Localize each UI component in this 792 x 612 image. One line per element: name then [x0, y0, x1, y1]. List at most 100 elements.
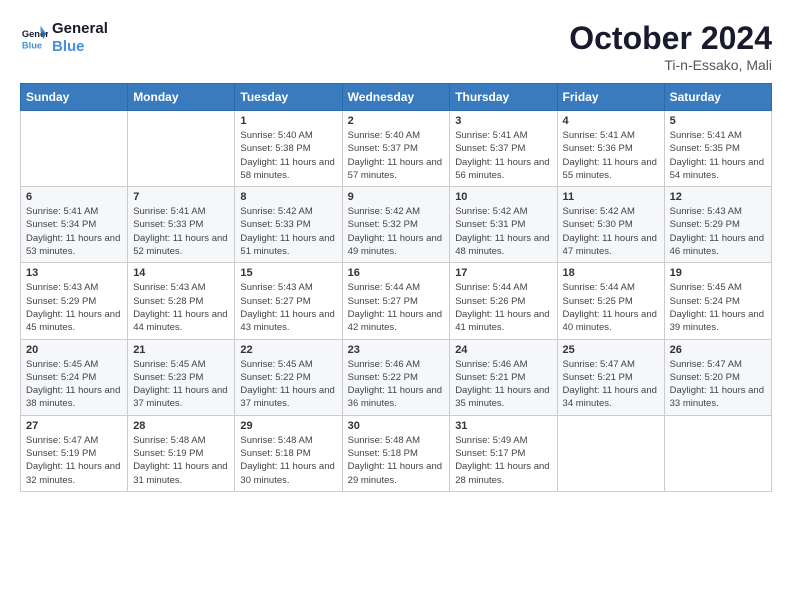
day-number: 5	[670, 115, 766, 127]
calendar-cell: 29Sunrise: 5:48 AM Sunset: 5:18 PM Dayli…	[235, 415, 342, 491]
day-info: Sunrise: 5:46 AM Sunset: 5:22 PM Dayligh…	[348, 358, 445, 411]
calendar-week-row: 13Sunrise: 5:43 AM Sunset: 5:29 PM Dayli…	[21, 263, 772, 339]
day-number: 8	[240, 191, 336, 203]
calendar-cell	[557, 415, 664, 491]
weekday-header-saturday: Saturday	[664, 84, 771, 111]
day-info: Sunrise: 5:48 AM Sunset: 5:18 PM Dayligh…	[240, 434, 336, 487]
calendar-cell: 10 Sunrise: 5:42 AM Sunset: 5:31 PM Dayli…	[450, 187, 557, 263]
day-info: Sunrise: 5:45 AM Sunset: 5:22 PM Dayligh…	[240, 358, 336, 411]
day-number: 6	[26, 191, 122, 203]
day-number: 25	[563, 344, 659, 356]
month-year-title: October 2024	[569, 20, 772, 57]
calendar-cell	[664, 415, 771, 491]
day-info: Sunrise: 5:40 AM Sunset: 5:37 PM Dayligh…	[348, 129, 445, 182]
day-info: Sunrise: 5:44 AM Sunset: 5:25 PM Dayligh…	[563, 281, 659, 334]
day-number: 28	[133, 420, 229, 432]
day-number: 2	[348, 115, 445, 127]
weekday-header-thursday: Thursday	[450, 84, 557, 111]
calendar-cell: 7 Sunrise: 5:41 AM Sunset: 5:33 PM Daylig…	[128, 187, 235, 263]
day-number: 31	[455, 420, 551, 432]
calendar-cell	[128, 111, 235, 187]
day-info: Sunrise: 5:41 AM Sunset: 5:33 PM Dayligh…	[133, 205, 229, 258]
day-info: Sunrise: 5:43 AM Sunset: 5:29 PM Dayligh…	[670, 205, 766, 258]
day-info: Sunrise: 5:44 AM Sunset: 5:26 PM Dayligh…	[455, 281, 551, 334]
day-number: 1	[240, 115, 336, 127]
day-info: Sunrise: 5:43 AM Sunset: 5:28 PM Dayligh…	[133, 281, 229, 334]
calendar-cell: 17Sunrise: 5:44 AM Sunset: 5:26 PM Dayli…	[450, 263, 557, 339]
calendar-cell: 22 Sunrise: 5:45 AM Sunset: 5:22 PM Dayli…	[235, 339, 342, 415]
logo: General Blue General Blue	[20, 20, 108, 56]
calendar-cell: 4 Sunrise: 5:41 AM Sunset: 5:36 PM Daylig…	[557, 111, 664, 187]
day-number: 10	[455, 191, 551, 203]
day-number: 20	[26, 344, 122, 356]
day-number: 14	[133, 267, 229, 279]
day-number: 18	[563, 267, 659, 279]
day-info: Sunrise: 5:45 AM Sunset: 5:24 PM Dayligh…	[26, 358, 122, 411]
calendar-cell: 23 Sunrise: 5:46 AM Sunset: 5:22 PM Dayli…	[342, 339, 450, 415]
calendar-cell: 11 Sunrise: 5:42 AM Sunset: 5:30 PM Dayli…	[557, 187, 664, 263]
calendar-cell: 14 Sunrise: 5:43 AM Sunset: 5:28 PM Dayli…	[128, 263, 235, 339]
calendar-cell: 5 Sunrise: 5:41 AM Sunset: 5:35 PM Daylig…	[664, 111, 771, 187]
day-number: 27	[26, 420, 122, 432]
calendar-table: SundayMondayTuesdayWednesdayThursdayFrid…	[20, 83, 772, 492]
calendar-cell: 25Sunrise: 5:47 AM Sunset: 5:21 PM Dayli…	[557, 339, 664, 415]
day-info: Sunrise: 5:44 AM Sunset: 5:27 PM Dayligh…	[348, 281, 445, 334]
day-info: Sunrise: 5:43 AM Sunset: 5:27 PM Dayligh…	[240, 281, 336, 334]
day-number: 30	[348, 420, 445, 432]
day-info: Sunrise: 5:47 AM Sunset: 5:19 PM Dayligh…	[26, 434, 122, 487]
day-number: 11	[563, 191, 659, 203]
day-number: 16	[348, 267, 445, 279]
day-info: Sunrise: 5:47 AM Sunset: 5:20 PM Dayligh…	[670, 358, 766, 411]
day-number: 24	[455, 344, 551, 356]
logo-icon: General Blue	[20, 24, 48, 52]
calendar-cell: 12 Sunrise: 5:43 AM Sunset: 5:29 PM Dayli…	[664, 187, 771, 263]
calendar-week-row: 27 Sunrise: 5:47 AM Sunset: 5:19 PM Dayli…	[21, 415, 772, 491]
day-info: Sunrise: 5:43 AM Sunset: 5:29 PM Dayligh…	[26, 281, 122, 334]
calendar-cell: 6 Sunrise: 5:41 AM Sunset: 5:34 PM Daylig…	[21, 187, 128, 263]
calendar-cell: 3 Sunrise: 5:41 AM Sunset: 5:37 PM Daylig…	[450, 111, 557, 187]
day-info: Sunrise: 5:48 AM Sunset: 5:19 PM Dayligh…	[133, 434, 229, 487]
page-header: General Blue General Blue October 2024 T…	[20, 20, 772, 73]
weekday-header-row: SundayMondayTuesdayWednesdayThursdayFrid…	[21, 84, 772, 111]
weekday-header-monday: Monday	[128, 84, 235, 111]
calendar-cell: 26 Sunrise: 5:47 AM Sunset: 5:20 PM Dayli…	[664, 339, 771, 415]
weekday-header-wednesday: Wednesday	[342, 84, 450, 111]
calendar-cell: 15 Sunrise: 5:43 AM Sunset: 5:27 PM Dayli…	[235, 263, 342, 339]
day-number: 4	[563, 115, 659, 127]
calendar-cell: 16 Sunrise: 5:44 AM Sunset: 5:27 PM Dayli…	[342, 263, 450, 339]
day-info: Sunrise: 5:40 AM Sunset: 5:38 PM Dayligh…	[240, 129, 336, 182]
calendar-week-row: 6 Sunrise: 5:41 AM Sunset: 5:34 PM Daylig…	[21, 187, 772, 263]
day-info: Sunrise: 5:42 AM Sunset: 5:30 PM Dayligh…	[563, 205, 659, 258]
calendar-cell: 21 Sunrise: 5:45 AM Sunset: 5:23 PM Dayli…	[128, 339, 235, 415]
calendar-cell: 9Sunrise: 5:42 AM Sunset: 5:32 PM Daylig…	[342, 187, 450, 263]
day-info: Sunrise: 5:42 AM Sunset: 5:33 PM Dayligh…	[240, 205, 336, 258]
day-info: Sunrise: 5:41 AM Sunset: 5:35 PM Dayligh…	[670, 129, 766, 182]
day-info: Sunrise: 5:45 AM Sunset: 5:23 PM Dayligh…	[133, 358, 229, 411]
day-number: 21	[133, 344, 229, 356]
logo-general: General	[52, 20, 108, 38]
day-number: 23	[348, 344, 445, 356]
day-number: 15	[240, 267, 336, 279]
svg-text:Blue: Blue	[22, 40, 42, 50]
title-block: October 2024 Ti-n-Essako, Mali	[569, 20, 772, 73]
day-number: 26	[670, 344, 766, 356]
calendar-cell: 18 Sunrise: 5:44 AM Sunset: 5:25 PM Dayli…	[557, 263, 664, 339]
day-number: 12	[670, 191, 766, 203]
day-number: 9	[348, 191, 445, 203]
calendar-cell: 30 Sunrise: 5:48 AM Sunset: 5:18 PM Dayli…	[342, 415, 450, 491]
weekday-header-sunday: Sunday	[21, 84, 128, 111]
day-number: 22	[240, 344, 336, 356]
day-number: 7	[133, 191, 229, 203]
calendar-cell: 2 Sunrise: 5:40 AM Sunset: 5:37 PM Daylig…	[342, 111, 450, 187]
logo-blue: Blue	[52, 38, 108, 56]
day-number: 3	[455, 115, 551, 127]
day-info: Sunrise: 5:49 AM Sunset: 5:17 PM Dayligh…	[455, 434, 551, 487]
calendar-cell: 13Sunrise: 5:43 AM Sunset: 5:29 PM Dayli…	[21, 263, 128, 339]
day-info: Sunrise: 5:41 AM Sunset: 5:37 PM Dayligh…	[455, 129, 551, 182]
day-info: Sunrise: 5:42 AM Sunset: 5:31 PM Dayligh…	[455, 205, 551, 258]
day-info: Sunrise: 5:48 AM Sunset: 5:18 PM Dayligh…	[348, 434, 445, 487]
day-number: 19	[670, 267, 766, 279]
day-info: Sunrise: 5:41 AM Sunset: 5:34 PM Dayligh…	[26, 205, 122, 258]
day-info: Sunrise: 5:41 AM Sunset: 5:36 PM Dayligh…	[563, 129, 659, 182]
calendar-cell: 27 Sunrise: 5:47 AM Sunset: 5:19 PM Dayli…	[21, 415, 128, 491]
